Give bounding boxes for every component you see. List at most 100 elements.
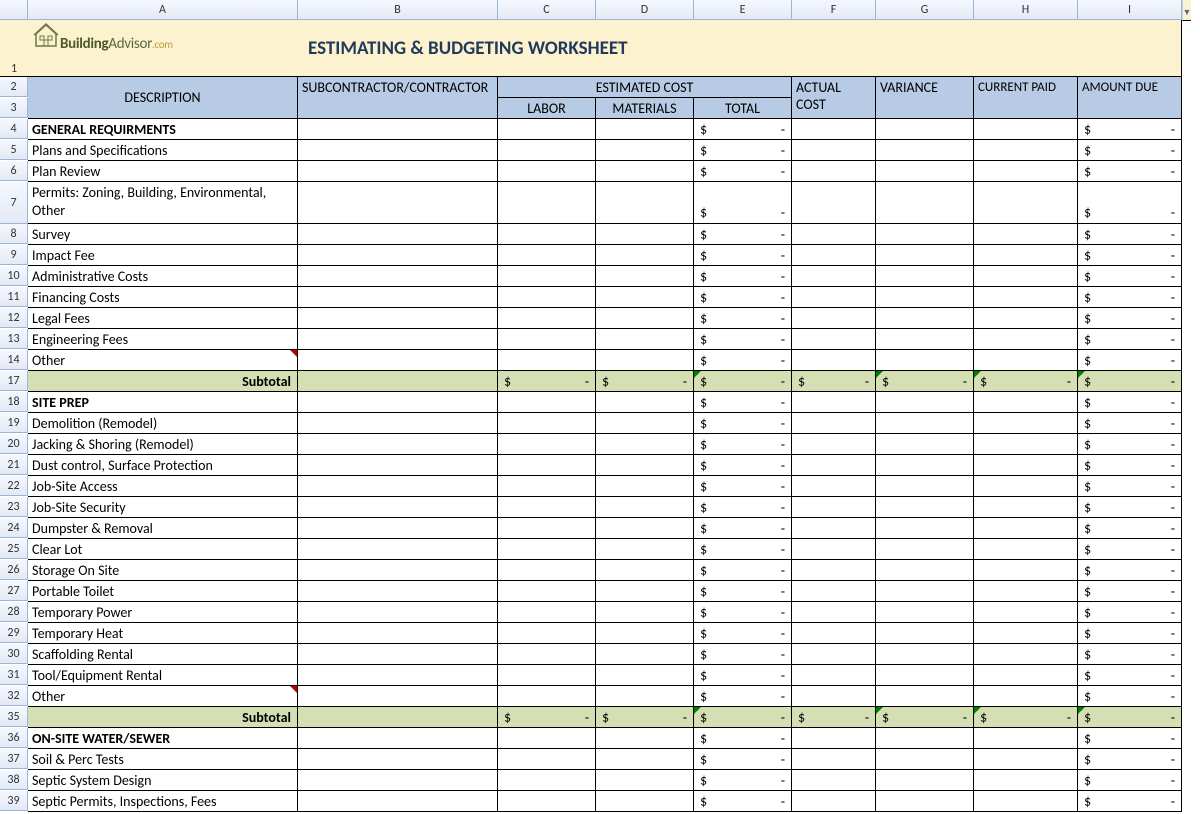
empty-cell[interactable] — [876, 455, 974, 476]
empty-cell[interactable] — [876, 560, 974, 581]
description-cell[interactable]: Clear Lot — [28, 539, 298, 560]
empty-cell[interactable] — [498, 539, 596, 560]
money-cell[interactable]: $- — [694, 224, 792, 245]
money-cell[interactable]: $- — [1078, 770, 1182, 791]
empty-cell[interactable] — [792, 266, 876, 287]
empty-cell[interactable] — [792, 224, 876, 245]
empty-cell[interactable] — [876, 140, 974, 161]
description-cell[interactable]: Tool/Equipment Rental — [28, 665, 298, 686]
empty-cell[interactable] — [974, 770, 1078, 791]
description-cell[interactable]: Survey — [28, 224, 298, 245]
row-header[interactable]: 25 — [0, 539, 28, 559]
empty-cell[interactable] — [876, 266, 974, 287]
row-header[interactable]: 28 — [0, 602, 28, 622]
money-cell[interactable]: $- — [1078, 266, 1182, 287]
empty-cell[interactable] — [498, 350, 596, 371]
empty-cell[interactable] — [792, 413, 876, 434]
empty-cell[interactable] — [974, 161, 1078, 182]
empty-cell[interactable] — [498, 245, 596, 266]
money-cell[interactable]: $- — [694, 665, 792, 686]
money-cell[interactable]: $- — [694, 182, 792, 224]
row-header[interactable]: 19 — [0, 413, 28, 433]
money-cell[interactable]: $- — [694, 791, 792, 812]
empty-cell[interactable] — [876, 686, 974, 707]
empty-cell[interactable] — [498, 644, 596, 665]
empty-cell[interactable] — [974, 287, 1078, 308]
empty-cell[interactable] — [876, 602, 974, 623]
empty-cell[interactable] — [596, 287, 694, 308]
empty-cell[interactable] — [596, 602, 694, 623]
column-header[interactable]: I — [1078, 0, 1182, 20]
money-cell[interactable]: $- — [694, 560, 792, 581]
money-cell[interactable]: $- — [1078, 791, 1182, 812]
empty-cell[interactable] — [298, 350, 498, 371]
row-header[interactable]: 26 — [0, 560, 28, 580]
row-header[interactable]: 2 — [0, 77, 28, 97]
row-header[interactable]: 38 — [0, 770, 28, 790]
empty-cell[interactable] — [596, 455, 694, 476]
empty-cell[interactable] — [974, 539, 1078, 560]
empty-cell[interactable] — [298, 560, 498, 581]
row-header[interactable]: 39 — [0, 791, 28, 811]
row-header[interactable]: 1 — [0, 20, 28, 77]
empty-cell[interactable] — [498, 161, 596, 182]
row-header[interactable]: 24 — [0, 518, 28, 538]
empty-cell[interactable] — [974, 476, 1078, 497]
description-cell[interactable]: Financing Costs — [28, 287, 298, 308]
empty-cell[interactable] — [298, 644, 498, 665]
empty-cell[interactable] — [974, 518, 1078, 539]
empty-cell[interactable] — [498, 497, 596, 518]
money-cell[interactable]: $- — [694, 350, 792, 371]
empty-cell[interactable] — [876, 224, 974, 245]
empty-cell[interactable] — [876, 434, 974, 455]
empty-cell[interactable] — [298, 602, 498, 623]
money-cell[interactable]: $- — [694, 476, 792, 497]
empty-cell[interactable] — [498, 749, 596, 770]
empty-cell[interactable] — [596, 119, 694, 140]
empty-cell[interactable] — [298, 245, 498, 266]
money-cell[interactable]: $- — [694, 728, 792, 749]
money-cell[interactable]: $- — [876, 707, 974, 728]
empty-cell[interactable] — [792, 518, 876, 539]
empty-cell[interactable] — [974, 581, 1078, 602]
row-header[interactable]: 13 — [0, 329, 28, 349]
empty-cell[interactable] — [876, 329, 974, 350]
empty-cell[interactable] — [498, 602, 596, 623]
row-header[interactable]: 6 — [0, 161, 28, 181]
empty-cell[interactable] — [298, 539, 498, 560]
spreadsheet-grid[interactable]: ABCDEFGHI▲▼1BuildingAdvisor.comESTIMATIN… — [0, 0, 1200, 812]
money-cell[interactable]: $- — [1078, 413, 1182, 434]
money-cell[interactable]: $- — [1078, 455, 1182, 476]
empty-cell[interactable] — [792, 350, 876, 371]
empty-cell[interactable] — [596, 749, 694, 770]
description-cell[interactable]: Temporary Power — [28, 602, 298, 623]
empty-cell[interactable] — [974, 224, 1078, 245]
money-cell[interactable]: $- — [694, 686, 792, 707]
empty-cell[interactable] — [298, 623, 498, 644]
empty-cell[interactable] — [974, 392, 1078, 413]
money-cell[interactable]: $- — [1078, 644, 1182, 665]
empty-cell[interactable] — [974, 455, 1078, 476]
empty-cell[interactable] — [792, 182, 876, 224]
money-cell[interactable]: $- — [1078, 707, 1182, 728]
empty-cell[interactable] — [498, 623, 596, 644]
empty-cell[interactable] — [298, 770, 498, 791]
money-cell[interactable]: $- — [1078, 686, 1182, 707]
empty-cell[interactable] — [792, 581, 876, 602]
money-cell[interactable]: $- — [694, 287, 792, 308]
row-header[interactable]: 11 — [0, 287, 28, 307]
empty-cell[interactable] — [974, 665, 1078, 686]
money-cell[interactable]: $- — [1078, 728, 1182, 749]
empty-cell[interactable] — [974, 686, 1078, 707]
empty-cell[interactable] — [298, 686, 498, 707]
empty-cell[interactable] — [596, 476, 694, 497]
empty-cell[interactable] — [498, 791, 596, 812]
row-header[interactable]: 35 — [0, 707, 28, 727]
empty-cell[interactable] — [596, 791, 694, 812]
money-cell[interactable]: $- — [1078, 560, 1182, 581]
empty-cell[interactable] — [792, 602, 876, 623]
money-cell[interactable]: $- — [974, 371, 1078, 392]
empty-cell[interactable] — [974, 791, 1078, 812]
empty-cell[interactable] — [298, 371, 498, 392]
money-cell[interactable]: $- — [694, 602, 792, 623]
